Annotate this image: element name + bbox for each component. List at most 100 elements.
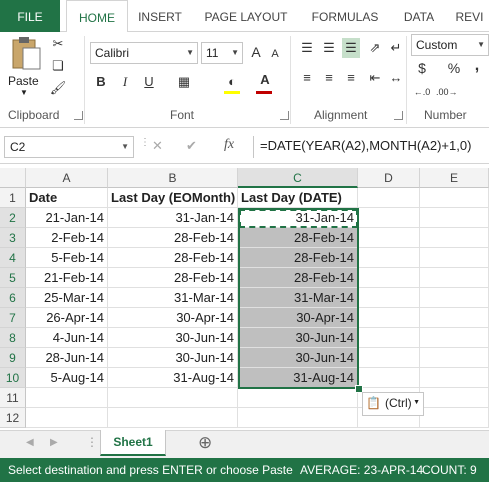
row-header[interactable]: 12 — [0, 408, 26, 428]
status-average[interactable]: AVERAGE: 23-APR-14 — [300, 458, 423, 482]
cell[interactable] — [358, 228, 420, 248]
align-middle-icon[interactable]: ☰ — [320, 38, 338, 58]
row-header[interactable]: 5 — [0, 268, 26, 288]
data-cell[interactable]: 28-Feb-14 — [238, 228, 358, 248]
row-header[interactable]: 3 — [0, 228, 26, 248]
cell[interactable] — [420, 248, 489, 268]
header-cell[interactable]: Last Day (DATE) — [238, 188, 358, 208]
font-name-select[interactable]: Calibri ▼ — [90, 42, 198, 64]
cell[interactable] — [420, 308, 489, 328]
data-cell[interactable]: 26-Apr-14 — [26, 308, 108, 328]
grow-font-icon[interactable]: A — [248, 42, 264, 62]
align-left-icon[interactable]: ≡ — [298, 68, 316, 88]
data-cell[interactable]: 28-Feb-14 — [108, 268, 238, 288]
cell[interactable] — [358, 268, 420, 288]
data-cell[interactable]: 31-Aug-14 — [108, 368, 238, 388]
tab-page-layout[interactable]: PAGE LAYOUT — [196, 0, 296, 32]
formula-input[interactable]: =DATE(YEAR(A2),MONTH(A2)+1,0) — [253, 136, 489, 158]
data-cell[interactable]: 30-Jun-14 — [238, 348, 358, 368]
tab-data[interactable]: DATA — [392, 0, 446, 32]
cancel-button[interactable]: ✕ — [152, 138, 168, 154]
fill-color-icon[interactable]: ◐ — [222, 72, 242, 92]
insert-function-button[interactable]: fx — [224, 137, 242, 153]
row-header[interactable]: 6 — [0, 288, 26, 308]
data-cell[interactable]: 30-Apr-14 — [238, 308, 358, 328]
number-format-select[interactable]: Custom ▼ — [411, 34, 489, 56]
cell[interactable] — [358, 248, 420, 268]
data-cell[interactable]: 28-Feb-14 — [108, 228, 238, 248]
scroll-right-icon[interactable]: ▶ — [50, 437, 58, 448]
data-cell[interactable]: 25-Mar-14 — [26, 288, 108, 308]
row-header[interactable]: 10 — [0, 368, 26, 388]
cell[interactable] — [420, 208, 489, 228]
data-cell[interactable]: 28-Feb-14 — [108, 248, 238, 268]
data-cell[interactable]: 31-Jan-14 — [238, 208, 358, 228]
underline-button[interactable]: U — [140, 72, 158, 92]
alignment-launcher-icon[interactable] — [394, 111, 403, 120]
decrease-decimal-icon[interactable]: .00→ — [436, 82, 458, 102]
status-count[interactable]: COUNT: 9 — [422, 458, 477, 482]
align-bottom-icon[interactable]: ☰ — [342, 38, 360, 58]
cell[interactable] — [358, 348, 420, 368]
data-cell[interactable]: 28-Feb-14 — [238, 268, 358, 288]
row-header[interactable]: 7 — [0, 308, 26, 328]
add-sheet-icon[interactable]: ⊕ — [198, 433, 212, 453]
data-cell[interactable]: 5-Aug-14 — [26, 368, 108, 388]
decrease-indent-icon[interactable]: ⇤ — [366, 68, 384, 88]
row-header[interactable]: 1 — [0, 188, 26, 208]
data-cell[interactable]: 28-Jun-14 — [26, 348, 108, 368]
column-header-b[interactable]: B — [108, 168, 238, 188]
data-cell[interactable]: 30-Jun-14 — [238, 328, 358, 348]
cell[interactable] — [238, 408, 358, 428]
column-header-c[interactable]: C — [238, 168, 358, 188]
tab-review[interactable]: REVI — [450, 0, 489, 32]
cell[interactable] — [358, 308, 420, 328]
font-size-select[interactable]: 11 ▼ — [201, 42, 243, 64]
row-header[interactable]: 8 — [0, 328, 26, 348]
data-cell[interactable]: 21-Jan-14 — [26, 208, 108, 228]
borders-icon[interactable]: ▦ — [174, 72, 194, 92]
cell[interactable] — [26, 388, 108, 408]
merge-center-icon[interactable]: ↔ — [388, 68, 404, 88]
data-cell[interactable]: 21-Feb-14 — [26, 268, 108, 288]
cell[interactable] — [420, 408, 489, 428]
shrink-font-icon[interactable]: A — [268, 44, 282, 64]
tab-insert[interactable]: INSERT — [128, 0, 192, 32]
wrap-text-icon[interactable]: ↵ — [388, 38, 404, 58]
cell[interactable] — [420, 348, 489, 368]
paste-options-button[interactable]: 📋 (Ctrl) ▼ — [362, 392, 424, 416]
tab-formulas[interactable]: FORMULAS — [302, 0, 388, 32]
header-cell[interactable]: Last Day (EOMonth) — [108, 188, 238, 208]
cell[interactable] — [358, 328, 420, 348]
row-header[interactable]: 2 — [0, 208, 26, 228]
orientation-icon[interactable]: ⇗ — [366, 38, 384, 58]
cell[interactable] — [358, 208, 420, 228]
tab-home[interactable]: HOME — [66, 0, 128, 35]
bold-button[interactable]: B — [92, 72, 110, 92]
cell[interactable] — [420, 388, 489, 408]
enter-button[interactable]: ✔ — [186, 138, 202, 154]
data-cell[interactable]: 5-Feb-14 — [26, 248, 108, 268]
cell[interactable] — [420, 288, 489, 308]
cell[interactable] — [108, 408, 238, 428]
column-header-e[interactable]: E — [420, 168, 489, 188]
percent-button[interactable]: % — [446, 58, 462, 78]
row-header[interactable]: 11 — [0, 388, 26, 408]
cut-icon[interactable]: ✂ — [48, 34, 68, 54]
clipboard-launcher-icon[interactable] — [74, 111, 83, 120]
sheet-tab-sheet1[interactable]: Sheet1 — [100, 430, 166, 456]
data-cell[interactable]: 30-Apr-14 — [108, 308, 238, 328]
italic-button[interactable]: I — [116, 72, 134, 92]
data-cell[interactable]: 4-Jun-14 — [26, 328, 108, 348]
font-color-button[interactable]: A — [256, 70, 274, 90]
data-cell[interactable]: 30-Jun-14 — [108, 348, 238, 368]
data-cell[interactable]: 2-Feb-14 — [26, 228, 108, 248]
data-cell[interactable]: 28-Feb-14 — [238, 248, 358, 268]
cell[interactable] — [358, 368, 420, 388]
cell[interactable] — [420, 188, 489, 208]
cell[interactable] — [238, 388, 358, 408]
data-cell[interactable]: 30-Jun-14 — [108, 328, 238, 348]
data-cell[interactable]: 31-Mar-14 — [238, 288, 358, 308]
data-cell[interactable]: 31-Mar-14 — [108, 288, 238, 308]
paste-button[interactable]: Paste ▼ — [6, 36, 44, 97]
